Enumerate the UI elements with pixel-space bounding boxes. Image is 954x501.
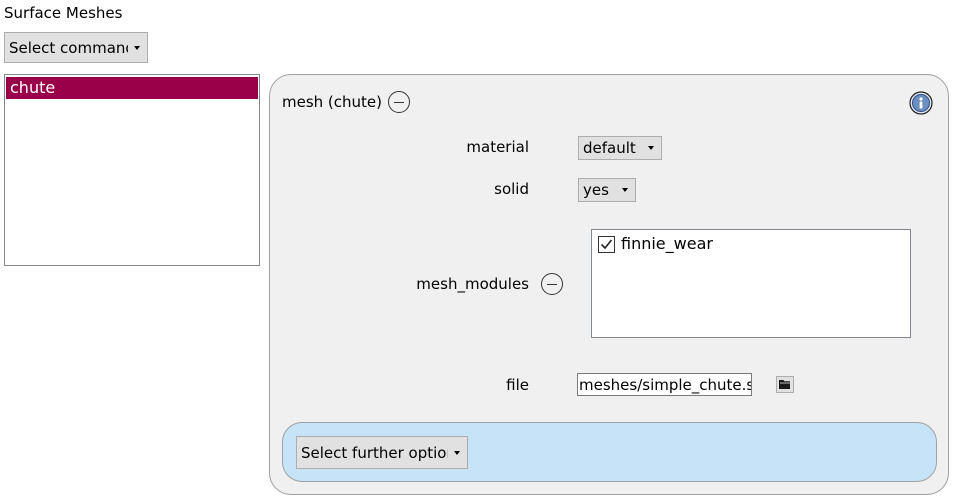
further-option-dropdown[interactable]: Select further option [296,436,468,469]
check-icon [600,238,613,249]
material-dropdown[interactable]: default [578,136,662,160]
folder-icon [779,380,790,389]
mesh-panel: mesh (chute) material default solid yes … [269,74,949,495]
file-label: file [506,376,529,394]
collapse-mesh-button[interactable] [388,91,410,113]
mesh-modules-list[interactable]: finnie_wear [591,229,911,338]
finnie-wear-label: finnie_wear [621,234,713,253]
collapse-mesh-modules-button[interactable] [541,273,563,295]
mesh-modules-label: mesh_modules [416,275,529,293]
solid-dropdown[interactable]: yes [578,178,636,202]
select-command-label: Select command [9,38,128,57]
list-item-finnie-wear[interactable]: finnie_wear [598,234,713,254]
chevron-down-icon [622,188,628,192]
material-label: material [466,138,529,156]
finnie-wear-checkbox[interactable] [598,235,615,253]
mesh-list[interactable]: chute [4,74,260,266]
material-value: default [583,139,636,157]
panel-title: mesh (chute) [282,93,383,111]
chevron-down-icon [454,450,460,455]
solid-value: yes [583,181,609,199]
solid-label: solid [494,180,529,198]
browse-file-button[interactable] [776,376,794,393]
chevron-down-icon [648,146,654,150]
file-input[interactable] [577,373,752,396]
further-option-label: Select further option [301,443,448,462]
chevron-down-icon [134,45,140,50]
page-title: Surface Meshes [4,4,123,22]
select-command-dropdown[interactable]: Select command [4,32,148,63]
further-option-box: Select further option [282,422,937,482]
info-icon[interactable] [909,91,933,115]
list-item-chute[interactable]: chute [6,77,258,99]
